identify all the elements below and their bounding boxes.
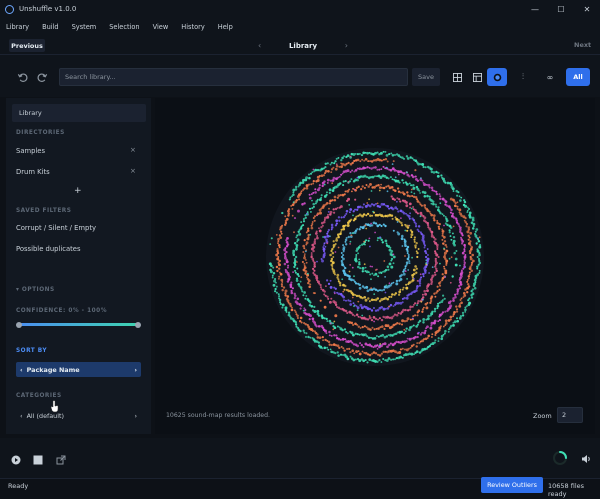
saved-filter-duplicates[interactable]: Possible duplicates	[16, 245, 81, 253]
confidence-slider-track[interactable]	[19, 323, 138, 326]
all-filter-button[interactable]: All	[566, 68, 590, 86]
nav-current-label: Library	[288, 41, 318, 50]
sort-order-icon[interactable]: ⫶	[513, 68, 533, 86]
grid-view-icon[interactable]	[447, 68, 467, 86]
directory-item-drum-kits[interactable]: Drum Kits	[16, 168, 50, 176]
open-external-icon[interactable]	[56, 455, 66, 467]
table-view-icon[interactable]	[467, 68, 487, 86]
menu-bar: Library Build System Selection View Hist…	[0, 18, 600, 35]
maximize-button[interactable]: ☐	[548, 0, 574, 18]
status-ready-text: Ready	[8, 482, 29, 490]
menu-selection[interactable]: Selection	[109, 23, 139, 31]
category-next-chevron-icon[interactable]: ›	[134, 412, 137, 420]
zoom-input[interactable]	[557, 407, 583, 423]
window-controls: — ☐ ✕	[522, 0, 600, 18]
infinity-icon[interactable]: ∞	[540, 68, 560, 86]
nav-center: ‹ Library ›	[258, 39, 348, 52]
directory-item-samples[interactable]: Samples	[16, 147, 45, 155]
menu-library[interactable]: Library	[6, 23, 29, 31]
sort-by-select[interactable]: ‹ Package Name ›	[16, 362, 141, 377]
remove-drum-kits-icon[interactable]: ×	[130, 167, 136, 175]
categories-select[interactable]: ‹ All (default) ›	[16, 409, 141, 423]
nav-forward-chevron-icon[interactable]: ›	[345, 41, 348, 50]
menu-history[interactable]: History	[181, 23, 204, 31]
stop-icon[interactable]	[33, 455, 43, 467]
minimize-button[interactable]: —	[522, 0, 548, 18]
add-directory-icon[interactable]: +	[74, 186, 82, 196]
categories-header: CATEGORIES	[16, 393, 62, 399]
previous-button[interactable]: Previous	[9, 39, 45, 52]
redo-icon[interactable]	[35, 70, 49, 84]
undo-icon[interactable]	[15, 70, 29, 84]
hand-cursor-icon	[50, 400, 60, 415]
results-count-text: 10625 sound-map results loaded.	[166, 412, 270, 419]
sort-by-header: SORT BY	[16, 348, 48, 354]
menu-help[interactable]: Help	[218, 23, 233, 31]
confidence-max-handle[interactable]	[135, 321, 141, 328]
volume-icon[interactable]	[581, 454, 592, 466]
sound-map-visualization[interactable]	[264, 146, 486, 368]
zoom-label: Zoom	[533, 412, 552, 420]
loading-spinner-icon	[552, 450, 568, 468]
saved-filter-corrupt[interactable]: Corrupt / Silent / Empty	[16, 224, 96, 232]
directories-header: DIRECTORIES	[16, 130, 65, 136]
menu-system[interactable]: System	[72, 23, 97, 31]
title-bar: Unshuffle v1.0.0 — ☐ ✕	[0, 0, 600, 18]
close-button[interactable]: ✕	[574, 0, 600, 18]
sort-next-chevron-icon[interactable]: ›	[134, 366, 137, 374]
playback-bar	[0, 438, 600, 478]
categories-value: All (default)	[26, 412, 64, 420]
sound-map-view-icon[interactable]	[487, 68, 507, 86]
app-logo-icon	[5, 4, 14, 14]
confidence-label: CONFIDENCE: 0% - 100%	[16, 308, 108, 314]
next-button[interactable]: Next	[574, 41, 591, 49]
save-button[interactable]: Save	[412, 68, 440, 86]
menu-view[interactable]: View	[153, 23, 169, 31]
sort-by-value: Package Name	[26, 365, 80, 374]
menu-build[interactable]: Build	[42, 23, 59, 31]
search-input[interactable]	[59, 68, 408, 86]
window-title: Unshuffle v1.0.0	[19, 5, 77, 13]
confidence-min-handle[interactable]	[16, 321, 22, 328]
nav-back-chevron-icon[interactable]: ‹	[258, 41, 261, 50]
sidebar-library-item[interactable]: Library	[12, 104, 146, 122]
options-header[interactable]: ▾ OPTIONS	[16, 287, 55, 293]
review-outliers-button[interactable]: Review Outliers	[481, 477, 543, 493]
saved-filters-header: SAVED FILTERS	[16, 208, 72, 214]
remove-samples-icon[interactable]: ×	[130, 146, 136, 154]
play-icon[interactable]	[11, 455, 21, 467]
files-ready-text: 10658 files ready	[548, 482, 585, 498]
